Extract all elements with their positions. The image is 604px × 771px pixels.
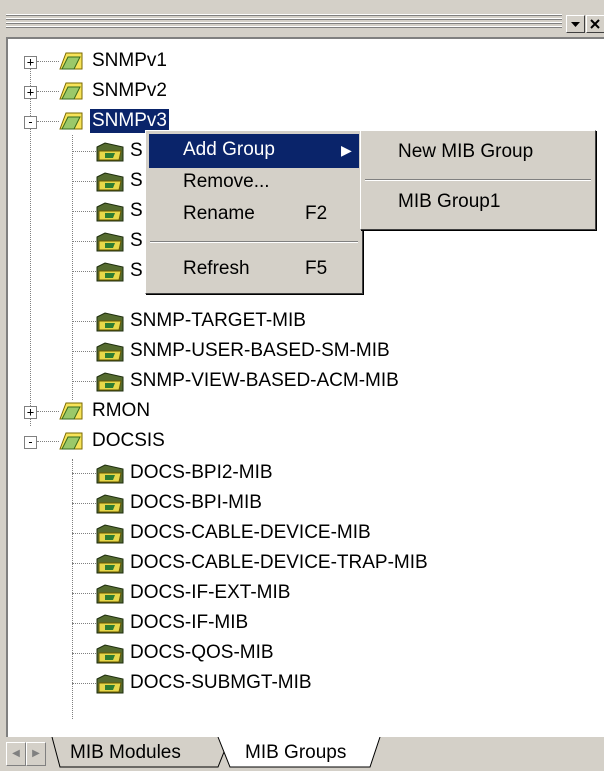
expand-icon[interactable]: +: [24, 86, 37, 99]
scroll-left-icon[interactable]: ◀: [6, 742, 26, 766]
tree-group-docsis[interactable]: - DOCSIS: [8, 426, 308, 456]
tree-module-item[interactable]: SNMP-USER-BASED-SM-MIB: [8, 336, 408, 366]
close-icon[interactable]: [586, 15, 604, 33]
mib-module-icon: [96, 142, 124, 162]
collapse-icon[interactable]: -: [24, 436, 37, 449]
tab-label: MIB Groups: [245, 742, 347, 763]
tree-module-label: DOCS-CABLE-DEVICE-TRAP-MIB: [130, 552, 428, 573]
tree-group-snmpv1[interactable]: + SNMPv1: [8, 46, 308, 76]
mib-group-folder-icon: [59, 402, 83, 420]
tree-module-label: SNMP-VIEW-BASED-ACM-MIB: [130, 370, 399, 391]
tree-module-label: DOCS-BPI-MIB: [130, 492, 262, 513]
tree-group-label: DOCSIS: [92, 430, 165, 451]
mib-module-icon: [96, 372, 124, 392]
submenu-arrow-icon: ▶: [341, 142, 352, 158]
tree-group-label: RMON: [92, 400, 151, 421]
tree-group-rmon[interactable]: + RMON: [8, 396, 308, 426]
mib-module-icon: [96, 202, 124, 222]
mib-group-folder-icon: [59, 52, 83, 70]
mib-module-icon: [96, 464, 124, 484]
menu-item-label: New MIB Group: [398, 141, 534, 162]
tree-group-snmpv2[interactable]: + SNMPv2: [8, 76, 308, 106]
tab-bar: ◀ ▶ MIB Modules MIB Groups: [0, 737, 604, 771]
submenu-item-new-mib-group[interactable]: New MIB Group: [364, 136, 592, 170]
mib-module-icon: [96, 262, 124, 282]
mib-module-icon: [96, 554, 124, 574]
menu-item-rename[interactable]: Rename F2: [149, 198, 359, 232]
tree-module-label: S: [130, 140, 143, 161]
submenu: New MIB Group MIB Group1: [360, 130, 596, 230]
mib-module-icon: [96, 644, 124, 664]
tree-module-item[interactable]: DOCS-BPI-MIB: [8, 488, 508, 518]
tree-module-item[interactable]: DOCS-BPI2-MIB: [8, 458, 508, 488]
tree-module-label: DOCS-IF-MIB: [130, 612, 249, 633]
tree-module-item[interactable]: DOCS-IF-EXT-MIB: [8, 578, 508, 608]
tab-label: MIB Modules: [70, 742, 181, 763]
menu-item-shortcut: F5: [305, 258, 328, 279]
menu-item-remove[interactable]: Remove...: [149, 166, 359, 200]
menu-separator: [150, 241, 358, 243]
tree-module-label: DOCS-BPI2-MIB: [130, 462, 273, 483]
expand-icon[interactable]: +: [24, 406, 37, 419]
mib-group-folder-icon: [59, 432, 83, 450]
menu-item-refresh[interactable]: Refresh F5: [149, 253, 359, 287]
tree-module-item[interactable]: DOCS-QOS-MIB: [8, 638, 508, 668]
tree-module-label: S: [130, 200, 143, 221]
tree-module-item[interactable]: SNMP-VIEW-BASED-ACM-MIB: [8, 366, 408, 396]
tree-module-label: S: [130, 230, 143, 251]
tree-module-item[interactable]: DOCS-CABLE-DEVICE-MIB: [8, 518, 508, 548]
menu-item-shortcut: F2: [305, 203, 328, 224]
tab-mib-groups[interactable]: MIB Groups: [245, 737, 385, 767]
menu-item-label: Remove...: [183, 171, 270, 192]
tree-module-label: S: [130, 260, 143, 281]
tree-module-item[interactable]: SNMP-TARGET-MIB: [8, 306, 408, 336]
expand-icon[interactable]: +: [24, 56, 37, 69]
tree-group-label: SNMPv2: [92, 80, 167, 101]
tree-module-label: DOCS-SUBMGT-MIB: [130, 672, 312, 693]
tree-module-label: DOCS-CABLE-DEVICE-MIB: [130, 522, 371, 543]
mib-module-icon: [96, 172, 124, 192]
context-menu: Add Group ▶ Remove... Rename F2 Refresh …: [145, 130, 363, 294]
menu-item-label: Add Group: [183, 139, 275, 160]
tree-module-item[interactable]: DOCS-IF-MIB: [8, 608, 508, 638]
tab-mib-modules[interactable]: MIB Modules: [70, 737, 220, 767]
chevron-down-icon[interactable]: [566, 15, 585, 33]
tree-module-label: S: [130, 170, 143, 191]
submenu-item-mib-group1[interactable]: MIB Group1: [364, 186, 592, 220]
mib-module-icon: [96, 232, 124, 252]
tree-group-label: SNMPv1: [92, 50, 167, 71]
mib-module-icon: [96, 584, 124, 604]
menu-item-label: MIB Group1: [398, 191, 501, 212]
mib-module-icon: [96, 342, 124, 362]
tree-module-label: DOCS-IF-EXT-MIB: [130, 582, 291, 603]
menu-item-label: Refresh: [183, 258, 250, 279]
tree-module-label: DOCS-QOS-MIB: [130, 642, 274, 663]
mib-group-folder-icon: [59, 82, 83, 100]
panel-grip-bar[interactable]: [0, 0, 604, 36]
mib-module-icon: [96, 494, 124, 514]
menu-separator: [365, 179, 591, 181]
scroll-right-icon[interactable]: ▶: [26, 742, 46, 766]
mib-module-icon: [96, 312, 124, 332]
tree-module-label: SNMP-TARGET-MIB: [130, 310, 306, 331]
mib-module-icon: [96, 674, 124, 694]
menu-item-label: Rename: [183, 203, 255, 224]
menu-item-add-group[interactable]: Add Group ▶: [149, 134, 359, 168]
tree-module-label: SNMP-USER-BASED-SM-MIB: [130, 340, 390, 361]
tree-module-item[interactable]: DOCS-CABLE-DEVICE-TRAP-MIB: [8, 548, 508, 578]
mib-module-icon: [96, 614, 124, 634]
mib-module-icon: [96, 524, 124, 544]
tree-module-item[interactable]: DOCS-SUBMGT-MIB: [8, 668, 508, 698]
collapse-icon[interactable]: -: [24, 116, 37, 129]
mib-group-folder-icon: [59, 112, 83, 130]
